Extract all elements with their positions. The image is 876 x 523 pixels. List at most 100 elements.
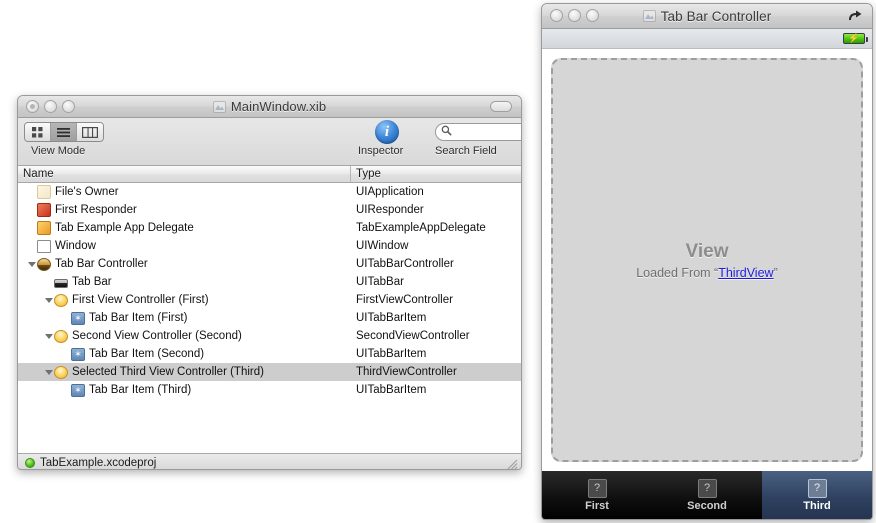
- view-subtext-prefix: Loaded From “: [636, 265, 719, 280]
- close-button[interactable]: [26, 100, 39, 113]
- row-name-cell: Tab Bar Controller: [18, 255, 351, 273]
- table-row[interactable]: File's Owner UIApplication: [18, 183, 521, 201]
- outline-column-header[interactable]: Name Type: [18, 166, 521, 183]
- row-name-label: First View Controller (First): [72, 294, 209, 306]
- disclosure-triangle-icon[interactable]: [26, 255, 37, 273]
- sim-zoom-button[interactable]: [586, 9, 599, 22]
- row-name-label: File's Owner: [55, 186, 119, 198]
- row-type-cell: UIWindow: [356, 240, 409, 252]
- tab-bar-item[interactable]: ? Third: [762, 471, 872, 519]
- placeholder-item-icon: ?: [697, 479, 717, 498]
- row-name-cell: ✶ Tab Bar Item (First): [18, 309, 351, 327]
- table-row[interactable]: Tab Example App Delegate TabExampleAppDel…: [18, 219, 521, 237]
- table-row[interactable]: Window UIWindow: [18, 237, 521, 255]
- minimize-button[interactable]: [44, 100, 57, 113]
- toolbar-toggle-button[interactable]: [490, 101, 512, 112]
- table-row[interactable]: Second View Controller (Second) SecondVie…: [18, 327, 521, 345]
- table-row[interactable]: First View Controller (First) FirstViewCo…: [18, 291, 521, 309]
- sim-minimize-button[interactable]: [568, 9, 581, 22]
- sim-canvas: View Loaded From “ThirdView”: [542, 49, 872, 471]
- column-header-type[interactable]: Type: [351, 166, 521, 182]
- row-name-label: Tab Example App Delegate: [55, 222, 194, 234]
- sim-titlebar[interactable]: Tab Bar Controller: [542, 4, 872, 29]
- view-mode-segmented-control[interactable]: [24, 122, 104, 142]
- sim-close-button[interactable]: [550, 9, 563, 22]
- table-row[interactable]: ✶ Tab Bar Item (Second) UITabBarItem: [18, 345, 521, 363]
- window-controls[interactable]: [26, 100, 75, 113]
- screen: MainWindow.xib View Mode i Inspector Sea…: [0, 0, 876, 523]
- tabbarcontroller-icon: [37, 257, 51, 271]
- sim-window-controls[interactable]: [550, 9, 599, 22]
- viewcontroller-icon: [54, 365, 68, 379]
- placeholder-view[interactable]: View Loaded From “ThirdView”: [551, 58, 863, 462]
- magnifier-icon: [441, 123, 452, 141]
- zoom-button[interactable]: [62, 100, 75, 113]
- tab-bar-item[interactable]: ? Second: [652, 471, 762, 519]
- row-name-label: Tab Bar Item (Second): [89, 348, 205, 360]
- project-name: TabExample.xcodeproj: [40, 457, 157, 469]
- row-name-cell: ✶ Tab Bar Item (Second): [18, 345, 351, 363]
- row-name-cell: First Responder: [18, 201, 351, 219]
- search-field[interactable]: [435, 123, 521, 141]
- tab-bar[interactable]: ? First? Second ? Third: [542, 471, 872, 519]
- table-row[interactable]: Tab Bar UITabBar: [18, 273, 521, 291]
- view-mode-column-button[interactable]: [77, 123, 103, 141]
- row-type-cell: FirstViewController: [356, 294, 453, 306]
- disclosure-triangle-icon[interactable]: [43, 327, 54, 345]
- row-type-cell: UITabBarItem: [356, 348, 427, 360]
- table-row[interactable]: First Responder UIResponder: [18, 201, 521, 219]
- cube-red-icon: [37, 203, 51, 217]
- search-field-label: Search Field: [435, 145, 497, 157]
- table-row[interactable]: ✶ Tab Bar Item (Third) UITabBarItem: [18, 381, 521, 399]
- row-name-cell: ✶ Tab Bar Item (Third): [18, 381, 351, 399]
- tab-bar-item-label: Second: [687, 500, 727, 512]
- row-name-cell: Tab Bar: [18, 273, 351, 291]
- disclosure-triangle-icon[interactable]: [43, 291, 54, 309]
- row-type-cell: UITabBarItem: [356, 384, 427, 396]
- row-type-cell: ThirdViewController: [356, 366, 457, 378]
- table-row[interactable]: ✶ Tab Bar Item (First) UITabBarItem: [18, 309, 521, 327]
- row-type-cell: UITabBarItem: [356, 312, 427, 324]
- view-mode-icon-button[interactable]: [25, 123, 51, 141]
- row-name-cell: File's Owner: [18, 183, 351, 201]
- table-row[interactable]: Selected Third View Controller (Third) Th…: [18, 363, 521, 381]
- search-input[interactable]: [452, 125, 521, 139]
- tab-bar-controller-window[interactable]: Tab Bar Controller ⚡ View Loaded From “T…: [541, 3, 873, 520]
- sim-xib-document-icon: [642, 10, 656, 22]
- xib-status-bar: TabExample.xcodeproj: [18, 453, 521, 469]
- xib-titlebar[interactable]: MainWindow.xib: [18, 96, 521, 118]
- xib-document-icon: [212, 100, 226, 113]
- tabbaritem-icon: ✶: [71, 311, 85, 325]
- view-mode-list-button[interactable]: [51, 123, 77, 141]
- row-type-cell: SecondViewController: [356, 330, 470, 342]
- mainwindow-xib-window[interactable]: MainWindow.xib View Mode i Inspector Sea…: [17, 95, 522, 470]
- cube-orange-icon: [37, 221, 51, 235]
- row-type-cell: UITabBar: [356, 276, 404, 288]
- rotate-arrow-icon[interactable]: [847, 9, 864, 29]
- tab-bar-item[interactable]: ? First: [542, 471, 652, 519]
- xib-window-title-area: MainWindow.xib: [18, 99, 521, 114]
- table-row[interactable]: Tab Bar Controller UITabBarController: [18, 255, 521, 273]
- tabbaritem-icon: ✶: [71, 347, 85, 361]
- placeholder-item-icon: ?: [587, 479, 607, 498]
- thirdview-link[interactable]: ThirdView: [718, 266, 773, 280]
- row-name-cell: Second View Controller (Second): [18, 327, 351, 345]
- row-name-label: Window: [55, 240, 96, 252]
- column-header-name[interactable]: Name: [18, 166, 351, 182]
- row-name-cell: Tab Example App Delegate: [18, 219, 351, 237]
- green-orb-icon: [25, 458, 35, 468]
- placeholder-item-icon: ?: [807, 479, 827, 498]
- outline-list[interactable]: File's Owner UIApplication First Responder…: [18, 183, 521, 453]
- info-circle-icon[interactable]: i: [375, 120, 399, 144]
- disclosure-triangle-icon[interactable]: [43, 363, 54, 381]
- row-name-label: Tab Bar Controller: [55, 258, 148, 270]
- row-name-label: Tab Bar: [72, 276, 112, 288]
- resize-grip-icon[interactable]: [505, 457, 518, 469]
